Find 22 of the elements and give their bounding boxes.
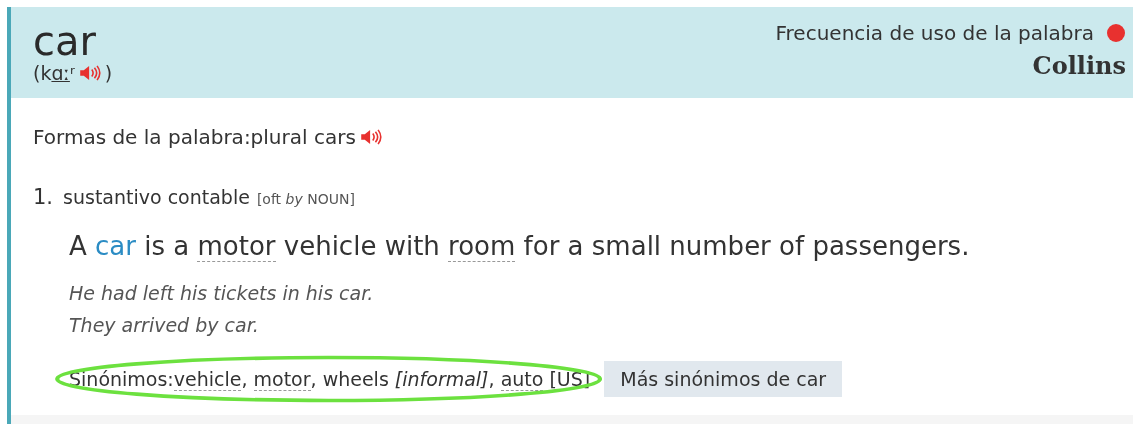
synonym-link[interactable]: vehicle xyxy=(173,368,242,391)
word-forms: Formas de la palabra:plural cars xyxy=(33,124,356,151)
speaker-icon[interactable] xyxy=(78,65,101,81)
source-label: Collins xyxy=(1031,51,1126,80)
pronunciation-paren: ) xyxy=(104,61,113,85)
word-link[interactable]: motor xyxy=(197,231,276,262)
example-sentence: They arrived by car. xyxy=(69,313,260,338)
pronunciation: (kɑːʳ xyxy=(33,61,75,85)
definition: A car is a motor vehicle with room for a small number of passengers. xyxy=(69,230,971,263)
more-synonyms-button[interactable]: Más sinónimos de car xyxy=(604,361,843,397)
usage-note: [oft by NOUN] xyxy=(256,190,355,209)
synonym-link[interactable]: auto xyxy=(500,368,544,391)
frequency-dot-icon xyxy=(1106,23,1126,43)
speaker-icon[interactable] xyxy=(359,129,382,145)
example-sentence: He had left his tickets in his car. xyxy=(69,281,375,306)
headword: car xyxy=(33,21,97,61)
frequency-label: Frecuencia de uso de la palabra xyxy=(775,21,1094,45)
word-link[interactable]: room xyxy=(448,231,516,262)
synonym-link[interactable]: motor xyxy=(253,368,311,391)
sense-number: 1. xyxy=(33,184,54,211)
grammar-label: sustantivo contable xyxy=(63,185,250,210)
headword-link[interactable]: car xyxy=(95,231,136,261)
